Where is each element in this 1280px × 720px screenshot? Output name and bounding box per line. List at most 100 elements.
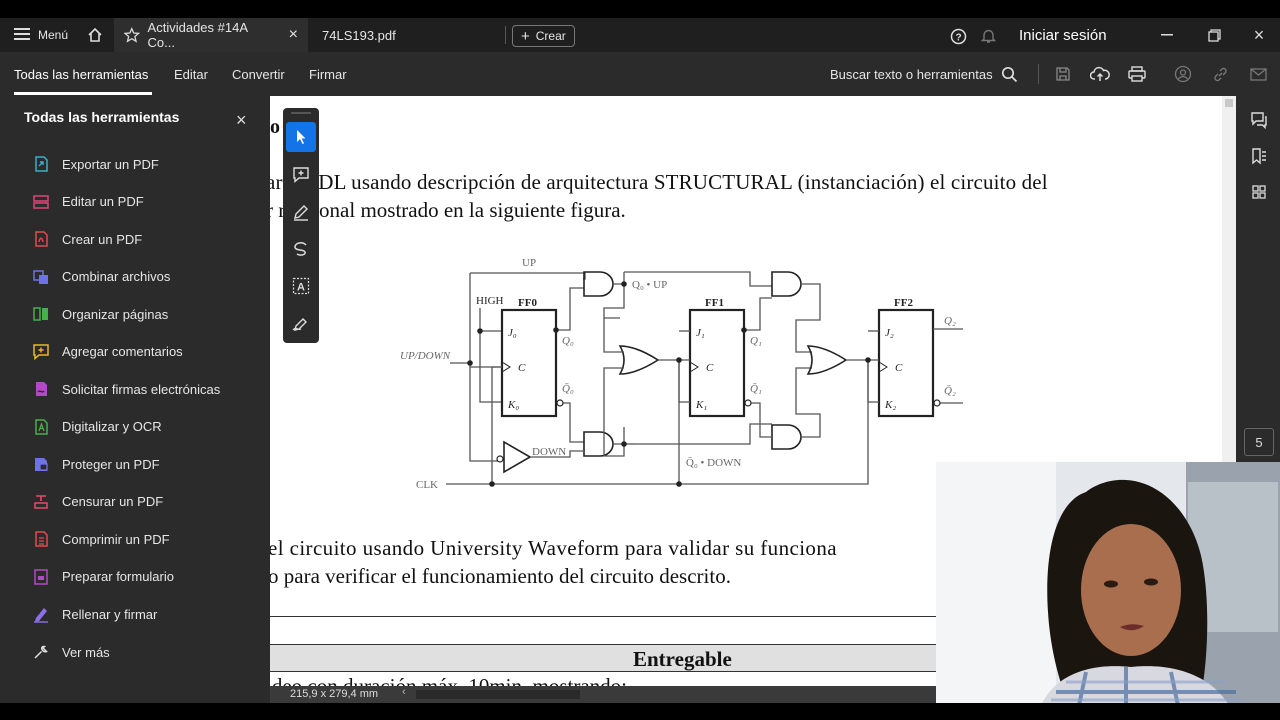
tool-item-request-signatures[interactable]: Solicitar firmas electrónicas: [32, 377, 220, 401]
tool-item-organize-pages[interactable]: Organizar páginas: [32, 302, 168, 326]
create-pdf-icon: [32, 230, 50, 248]
link-icon[interactable]: [1209, 64, 1231, 84]
drag-handle[interactable]: [291, 112, 311, 114]
horizontal-scrollbar[interactable]: [416, 690, 580, 699]
see-more-label: Ver más: [62, 644, 110, 660]
page-size-label: 215,9 x 279,4 mm: [290, 688, 379, 700]
paragraph-line-2: r reccional mostrado en la siguiente fig…: [270, 198, 626, 222]
tool-item-add-comments[interactable]: Agregar comentarios: [32, 340, 183, 364]
email-icon[interactable]: [1247, 64, 1269, 84]
sign-tool-button[interactable]: [286, 308, 316, 338]
minimize-icon[interactable]: [1156, 25, 1178, 45]
star-icon: [124, 27, 140, 43]
see-more-link[interactable]: Ver más: [32, 640, 110, 664]
tool-item-prepare-form[interactable]: Preparar formulario: [32, 565, 174, 589]
bookmarks-icon[interactable]: [1248, 145, 1270, 167]
tool-item-create-pdf[interactable]: Crear un PDF: [32, 227, 142, 251]
tool-item-label: Editar un PDF: [62, 194, 144, 209]
home-button[interactable]: [82, 24, 108, 46]
highlight-tool-button[interactable]: [286, 197, 316, 227]
presenter-video-image: [936, 462, 1280, 720]
cloud-upload-icon[interactable]: [1088, 64, 1112, 84]
text-box-icon: A: [292, 277, 310, 295]
text-tool-button[interactable]: A: [286, 271, 316, 301]
label-k0: K₀: [507, 399, 519, 411]
scroll-left-icon[interactable]: ‹: [402, 686, 406, 698]
close-window-icon[interactable]: ×: [1248, 25, 1270, 45]
toolbar-divider: [1038, 64, 1039, 84]
comments-panel-icon[interactable]: [1248, 109, 1270, 131]
label-ff1: FF1: [705, 297, 724, 309]
paragraph-line-4: o para verificar el funcionamiento del c…: [270, 564, 731, 588]
search-tools[interactable]: Buscar texto o herramientas: [830, 52, 1018, 96]
share-user-icon[interactable]: [1172, 64, 1194, 84]
tool-item-redact-pdf[interactable]: Censurar un PDF: [32, 490, 163, 514]
heading-fragment: o: [270, 116, 280, 138]
label-q0-up: Q₀ • UP: [632, 279, 667, 291]
label-c2: C: [895, 362, 903, 374]
label-q2bar: Q̄₂: [944, 385, 956, 397]
draw-tool-button[interactable]: [286, 234, 316, 264]
tab-actividades[interactable]: Actividades #14A Co... ×: [114, 18, 308, 52]
print-icon[interactable]: [1126, 64, 1148, 84]
panel-title: Todas las herramientas: [24, 109, 180, 125]
close-panel-icon[interactable]: ×: [236, 110, 247, 131]
label-j0: J₀: [508, 327, 517, 339]
prepare-form-icon: [32, 568, 50, 586]
label-q1bar: Q̄₁: [750, 383, 762, 395]
scroll-thumb[interactable]: [1225, 99, 1233, 107]
compress-pdf-icon: [32, 530, 50, 548]
comment-tool-button[interactable]: [286, 160, 316, 190]
toolbar-edit[interactable]: Editar: [174, 52, 208, 96]
tool-item-label: Proteger un PDF: [62, 456, 160, 472]
tab-74ls193[interactable]: 74LS193.pdf: [312, 18, 406, 52]
tool-item-compress-pdf[interactable]: Comprimir un PDF: [32, 527, 170, 551]
tool-item-label: Crear un PDF: [62, 231, 143, 247]
select-tool-button[interactable]: [286, 122, 316, 152]
restore-icon[interactable]: [1203, 25, 1225, 45]
toolbar-sign[interactable]: Firmar: [309, 52, 347, 96]
request-signatures-icon: [32, 380, 50, 398]
toolbar-all-tools[interactable]: Todas las herramientas: [14, 52, 148, 96]
tool-item-fill-sign[interactable]: Rellenar y firmar: [32, 602, 157, 626]
tool-item-scan-ocr[interactable]: Digitalizar y OCR: [32, 415, 162, 439]
page-thumbnails-icon[interactable]: [1248, 181, 1270, 203]
save-icon[interactable]: [1052, 64, 1074, 84]
cursor-icon: [297, 130, 306, 144]
label-k2: K₂: [884, 399, 896, 411]
freehand-icon: [294, 242, 307, 256]
label-q0bar: Q̄₀: [562, 383, 574, 395]
tool-item-export-pdf[interactable]: Exportar un PDF: [32, 152, 159, 176]
all-tools-panel: Todas las herramientas × Exportar un PDF…: [0, 96, 270, 703]
notification-bell-icon[interactable]: [978, 26, 998, 46]
toolbar-convert[interactable]: Convertir: [232, 52, 285, 96]
label-q0: Q₀: [562, 335, 574, 347]
close-tab-icon[interactable]: ×: [289, 26, 298, 44]
tool-item-edit-pdf[interactable]: Editar un PDF: [32, 190, 144, 214]
tool-item-combine-files[interactable]: Combinar archivos: [32, 265, 170, 289]
label-c1: C: [706, 362, 714, 374]
active-tab-underline: [14, 92, 152, 95]
svg-text:?: ?: [955, 32, 961, 43]
status-bar: 215,9 x 279,4 mm ‹: [270, 686, 936, 703]
tool-item-label: Digitalizar y OCR: [62, 419, 162, 434]
tool-item-label: Comprimir un PDF: [62, 531, 170, 547]
tab-divider: [505, 26, 506, 44]
add-comment-icon: [293, 167, 309, 184]
signin-button[interactable]: Iniciar sesión: [1019, 18, 1107, 52]
plus-icon: +: [521, 27, 530, 45]
label-j2: J₂: [885, 327, 894, 339]
menu-button[interactable]: Menú: [4, 18, 78, 52]
create-button[interactable]: + Crear: [512, 25, 575, 47]
fill-sign-icon: [32, 605, 50, 623]
webcam-video: [936, 462, 1280, 720]
counter-circuit-diagram: UP Q₀ • UP HIGH FF0 FF1 FF2 J₀ K₀ C J₁ K…: [400, 257, 963, 491]
tool-item-protect-pdf[interactable]: Proteger un PDF: [32, 452, 160, 476]
tab-label: 74LS193.pdf: [322, 27, 396, 43]
label-k1: K₁: [695, 399, 707, 411]
page-number-indicator[interactable]: 5: [1244, 428, 1274, 456]
label-clk: CLK: [416, 479, 438, 491]
add-comments-icon: [32, 343, 50, 361]
help-icon[interactable]: ?: [948, 26, 968, 46]
tab-bar: Menú Actividades #14A Co... × 74LS193.pd…: [0, 18, 1280, 52]
